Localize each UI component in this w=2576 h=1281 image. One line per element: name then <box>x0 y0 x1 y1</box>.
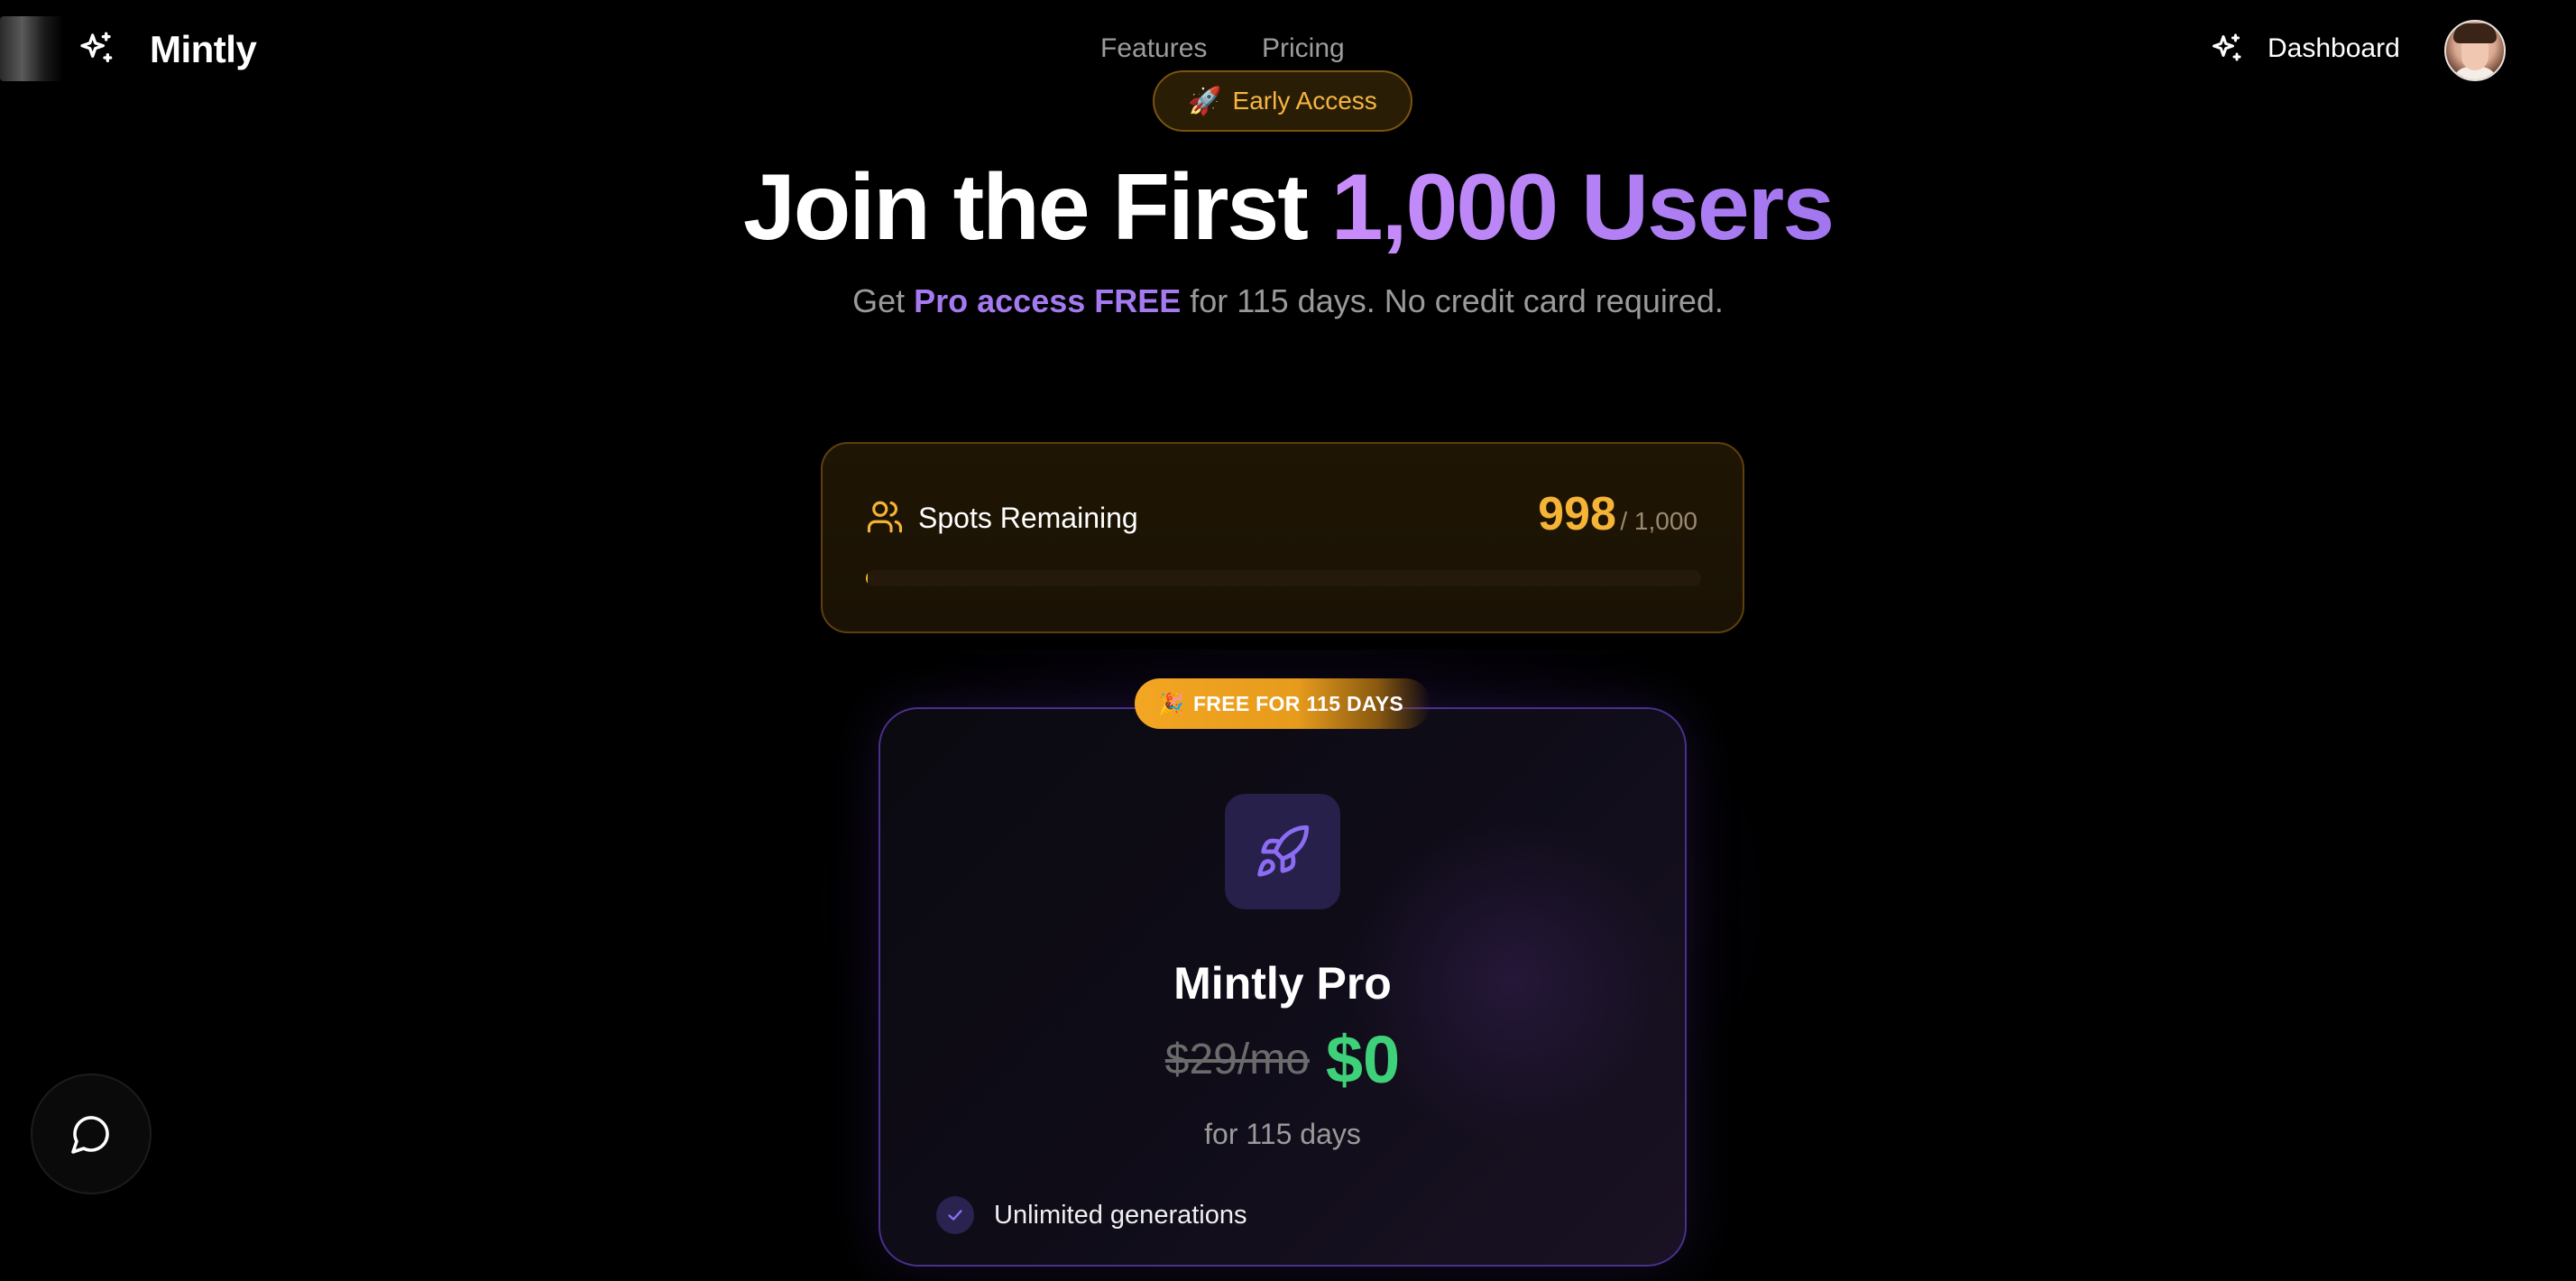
dashboard-link[interactable]: Dashboard <box>2268 31 2400 67</box>
free-duration-label: FREE FOR 115 DAYS <box>1192 691 1404 715</box>
subtitle-suffix: for 115 days. No credit card required. <box>1181 282 1724 319</box>
new-price: $0 <box>1325 1022 1401 1097</box>
nav-link-pricing[interactable]: Pricing <box>1262 31 1345 67</box>
hero-subtitle: Get Pro access FREE for 115 days. No cre… <box>0 281 2576 321</box>
subtitle-prefix: Get <box>852 282 915 319</box>
price-row: $29/mo $0 <box>879 1021 1687 1099</box>
spots-remaining-card: Spots Remaining 998 / 1,000 <box>821 442 1744 633</box>
free-duration-pill: 🎉 FREE FOR 115 DAYS <box>1135 678 1431 729</box>
spots-total-value: / 1,000 <box>1620 507 1697 535</box>
user-avatar[interactable] <box>2444 20 2506 81</box>
feature-label: Unlimited generations <box>994 1201 1247 1230</box>
party-emoji-icon: 🎉 <box>1158 691 1184 715</box>
spots-remaining-label: Spots Remaining <box>918 502 1138 534</box>
early-access-badge: 🚀 Early Access <box>1153 70 1412 132</box>
rocket-emoji-icon: 🚀 <box>1188 86 1222 116</box>
users-icon <box>866 498 904 536</box>
old-price: $29/mo <box>1164 1036 1310 1083</box>
chat-button[interactable] <box>31 1074 152 1194</box>
spots-remaining-value: 998 <box>1538 488 1616 540</box>
spots-progress-fill <box>866 570 868 586</box>
sparkles-icon <box>2210 32 2242 65</box>
spots-count: 998 / 1,000 <box>1538 487 1697 553</box>
rocket-icon <box>1225 794 1340 909</box>
subtitle-highlight: Pro access FREE <box>914 282 1182 319</box>
feature-item: Unlimited generations <box>936 1196 1247 1234</box>
hero-headline: Join the First 1,000 Users <box>0 152 2576 263</box>
plan-duration: for 115 days <box>1204 1118 1361 1150</box>
plan-name: Mintly Pro <box>1173 958 1392 1009</box>
chat-bubble-icon <box>71 1116 109 1154</box>
early-access-label: Early Access <box>1232 87 1377 115</box>
nav-link-features[interactable]: Features <box>1100 31 1207 67</box>
window-edge-shadow <box>0 16 63 81</box>
sparkles-icon <box>78 31 114 67</box>
headline-accent: 1,000 Users <box>1330 155 1835 260</box>
spots-progress-bar <box>866 570 1701 586</box>
brand-name[interactable]: Mintly <box>150 25 257 74</box>
check-icon <box>936 1196 974 1234</box>
headline-main: Join the First <box>742 155 1331 260</box>
